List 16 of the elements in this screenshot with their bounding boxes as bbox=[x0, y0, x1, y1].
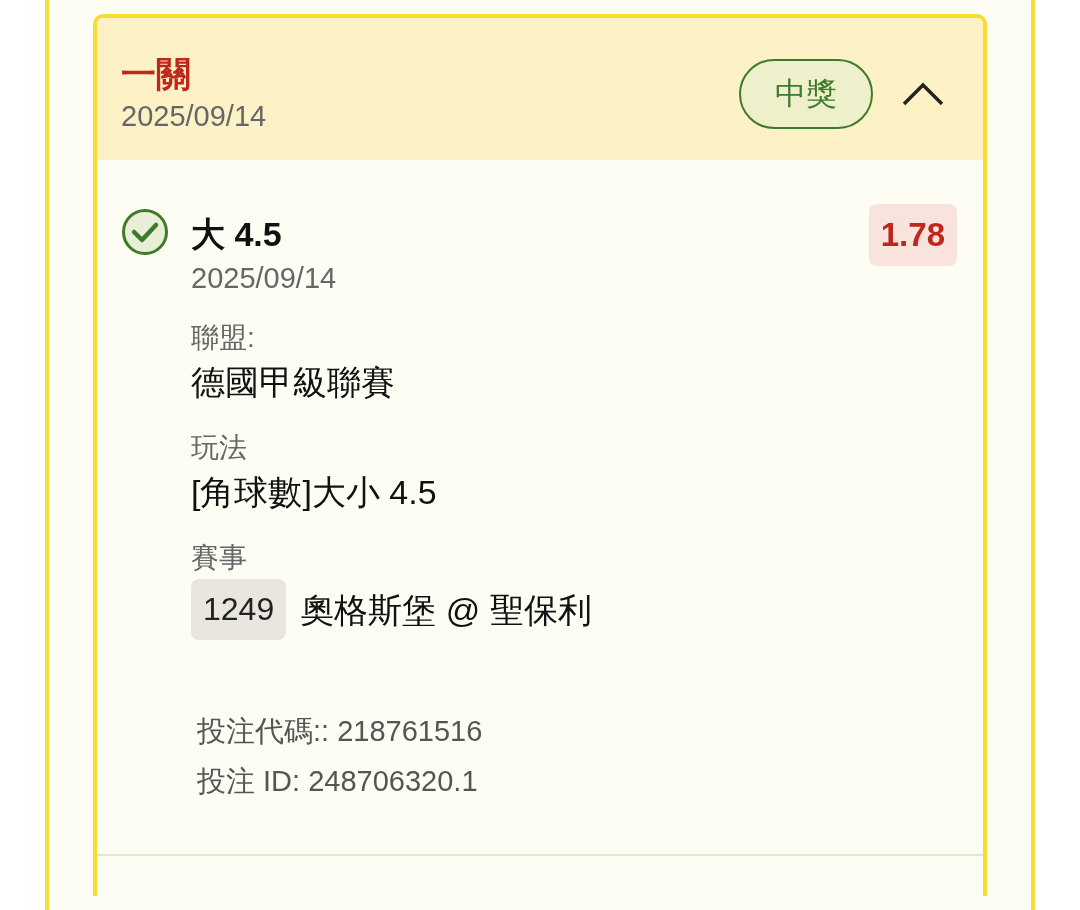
caret-icon[interactable] bbox=[901, 81, 945, 107]
bet-reference: 投注代碼:: 218761516 bbox=[197, 714, 484, 749]
field-value: 德國甲級聯賽 bbox=[191, 362, 395, 403]
field-label: 賽事 bbox=[191, 541, 248, 575]
field-value: [角球數]大小 4.5 bbox=[191, 472, 437, 513]
odds-badge: 1.78 bbox=[868, 204, 957, 266]
bet-reference: 投注 ID: 248706320.1 bbox=[197, 764, 479, 799]
bet-date: 2025/09/14 bbox=[121, 99, 268, 134]
field-label: 玩法 bbox=[191, 431, 248, 465]
status-badge: 中獎 bbox=[739, 59, 873, 129]
selection-name: 大 4.5 bbox=[191, 214, 282, 255]
field-label: 聯盟: bbox=[191, 321, 256, 355]
match-number: 1249 bbox=[191, 579, 287, 640]
selection-date: 2025/09/14 bbox=[191, 262, 338, 295]
bet-title: 一關 bbox=[121, 53, 192, 95]
field-value: 奧格斯堡 @ 聖保利 bbox=[300, 589, 592, 631]
